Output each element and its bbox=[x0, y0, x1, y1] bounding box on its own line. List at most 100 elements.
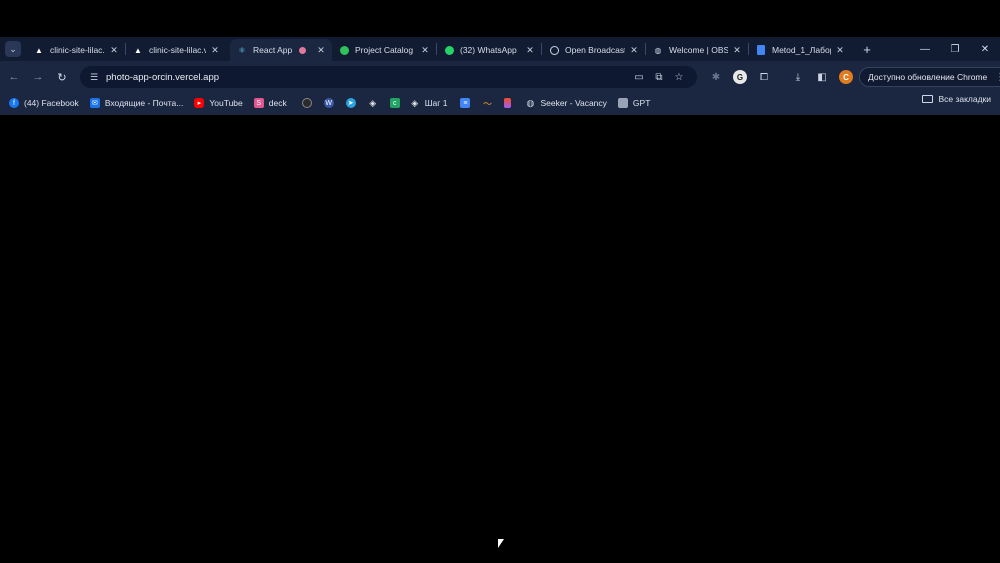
close-icon[interactable]: ✕ bbox=[525, 45, 535, 56]
star-icon[interactable]: ☆ bbox=[669, 72, 689, 83]
tab-title: clinic-site-lilac.ve bbox=[149, 45, 206, 55]
tab-title: React App bbox=[253, 45, 293, 55]
restore-button[interactable]: ❐ bbox=[940, 37, 970, 61]
chevron-down-icon: ⌄ bbox=[9, 43, 17, 54]
address-bar[interactable]: ☰ photo-app-orcin.vercel.app ▭ ⧉ ☆ bbox=[80, 66, 697, 88]
docs-icon bbox=[756, 45, 766, 55]
bookmark-telegram[interactable]: ➤ bbox=[340, 94, 362, 112]
downloads-button[interactable]: ⤓ bbox=[786, 65, 810, 89]
kebab-menu-icon[interactable]: ⋮ bbox=[995, 72, 1000, 83]
bookmark-figma[interactable] bbox=[498, 94, 517, 112]
youtube-icon: ▸ bbox=[194, 98, 205, 108]
extension-button[interactable]: ✱ bbox=[704, 65, 728, 89]
profile-button[interactable]: C bbox=[834, 65, 858, 89]
extension-button[interactable]: G bbox=[728, 65, 752, 89]
all-bookmarks-label: Все закладки bbox=[938, 94, 991, 104]
site-settings-icon[interactable]: ☰ bbox=[84, 72, 104, 83]
tab-title: (32) WhatsApp bbox=[460, 45, 517, 55]
close-icon: ✕ bbox=[980, 43, 990, 55]
camera-icon[interactable]: ▭ bbox=[629, 72, 649, 83]
close-icon[interactable]: ✕ bbox=[629, 45, 639, 56]
recording-indicator-icon bbox=[299, 46, 306, 54]
bookmark-seeker-vacancy[interactable]: ◍ Seeker - Vacancy bbox=[523, 94, 611, 112]
tab-title: Metod_1_Лабор bbox=[772, 45, 831, 55]
reload-icon: ↻ bbox=[57, 71, 67, 84]
bookmark-label: YouTube bbox=[209, 98, 243, 108]
tab-whatsapp[interactable]: (32) WhatsApp ✕ bbox=[437, 39, 541, 61]
obs-icon bbox=[549, 45, 559, 55]
green-circle-icon bbox=[339, 45, 349, 55]
close-icon[interactable]: ✕ bbox=[316, 45, 326, 56]
bookmark-diamond[interactable]: ◈ bbox=[362, 94, 384, 112]
close-icon[interactable]: ✕ bbox=[420, 45, 430, 56]
all-bookmarks-button[interactable]: Все закладки bbox=[922, 94, 991, 104]
mail-icon: ✉ bbox=[89, 98, 100, 108]
tab-title: Open Broadcast bbox=[565, 45, 625, 55]
plus-icon: + bbox=[863, 41, 871, 57]
triangle-icon: ▲ bbox=[35, 45, 43, 55]
bookmark-wordpress[interactable]: W bbox=[318, 94, 340, 112]
bookmark-wave[interactable]: 〜 bbox=[476, 94, 498, 112]
minimize-button[interactable]: — bbox=[910, 37, 940, 61]
bookmark-step-1[interactable]: ◈ Шаг 1 bbox=[408, 94, 453, 112]
new-tab-button[interactable]: + bbox=[857, 42, 877, 57]
arrow-left-icon: ← bbox=[8, 71, 20, 83]
bookmark-facebook[interactable]: f (44) Facebook bbox=[7, 94, 84, 112]
folder-icon bbox=[922, 95, 934, 103]
bookmark-label: Seeker - Vacancy bbox=[540, 98, 607, 108]
close-window-button[interactable]: ✕ bbox=[970, 37, 1000, 61]
page-content[interactable] bbox=[0, 115, 1000, 563]
update-label: Доступно обновление Chrome bbox=[868, 72, 988, 82]
tab-metod-doc[interactable]: Metod_1_Лабор ✕ bbox=[749, 39, 851, 61]
close-icon[interactable]: ✕ bbox=[835, 45, 845, 56]
green-square-icon: c bbox=[389, 98, 400, 108]
bookmark-deck[interactable]: S deck bbox=[252, 94, 292, 112]
toolbar-actions: ✱ G ⧠ ⤓ ◧ C bbox=[704, 64, 858, 90]
tab-open-broadcaster[interactable]: Open Broadcast ✕ bbox=[542, 39, 645, 61]
github-icon bbox=[301, 98, 312, 108]
step-icon: ◈ bbox=[411, 97, 419, 108]
chrome-update-button[interactable]: Доступно обновление Chrome ⋮ bbox=[859, 67, 1000, 87]
address-bar-actions: ▭ ⧉ ☆ bbox=[629, 72, 689, 83]
side-panel-button[interactable]: ◧ bbox=[810, 65, 834, 89]
restore-icon: ❐ bbox=[950, 43, 960, 55]
reload-button[interactable]: ↻ bbox=[51, 66, 73, 88]
tab-clinic-site-2[interactable]: ▲ clinic-site-lilac.ve ✕ bbox=[126, 39, 226, 61]
tab-title: clinic-site-lilac.ve bbox=[50, 45, 105, 55]
cast-icon[interactable]: ⧉ bbox=[649, 72, 669, 83]
tab-title: Welcome | OBS bbox=[669, 45, 728, 55]
toolbar: ← → ↻ ☰ photo-app-orcin.vercel.app ▭ ⧉ ☆… bbox=[0, 64, 1000, 90]
gpt-icon bbox=[617, 98, 628, 108]
tab-search-button[interactable]: ⌄ bbox=[5, 41, 21, 57]
bookmark-green-square[interactable]: c bbox=[384, 94, 406, 112]
tab-title: Project Catalog bbox=[355, 45, 414, 55]
avatar: C bbox=[839, 70, 853, 84]
url-text[interactable]: photo-app-orcin.vercel.app bbox=[106, 72, 629, 83]
whatsapp-icon bbox=[444, 45, 454, 55]
download-icon: ⤓ bbox=[795, 71, 801, 83]
bookmark-github[interactable] bbox=[296, 94, 318, 112]
telegram-icon: ➤ bbox=[345, 98, 356, 108]
close-icon[interactable]: ✕ bbox=[109, 45, 119, 56]
tab-clinic-site-1[interactable]: ▲ clinic-site-lilac.ve ✕ bbox=[27, 39, 125, 61]
minimize-icon: — bbox=[920, 43, 930, 55]
mouse-cursor-icon bbox=[498, 539, 504, 548]
tab-welcome-obs[interactable]: ◍ Welcome | OBS ✕ bbox=[646, 39, 748, 61]
extensions-menu-button[interactable]: ⧠ bbox=[752, 65, 776, 89]
tab-strip: ⌄ ▲ clinic-site-lilac.ve ✕ ▲ clinic-site… bbox=[0, 37, 1000, 61]
back-button[interactable]: ← bbox=[3, 66, 25, 88]
wave-icon: 〜 bbox=[482, 98, 492, 109]
tab-project-catalog[interactable]: Project Catalog ✕ bbox=[332, 39, 436, 61]
forward-button[interactable]: → bbox=[27, 66, 49, 88]
bookmark-youtube[interactable]: ▸ YouTube bbox=[192, 94, 247, 112]
browser-chrome: ⌄ ▲ clinic-site-lilac.ve ✕ ▲ clinic-site… bbox=[0, 37, 1000, 115]
bookmark-docs[interactable]: ≡ bbox=[454, 94, 476, 112]
bookmark-mail[interactable]: ✉ Входящие - Почта... bbox=[88, 94, 189, 112]
globe-icon: ◍ bbox=[526, 97, 535, 108]
bookmark-label: deck bbox=[268, 98, 287, 108]
tab-react-app[interactable]: ⚛ React App ✕ bbox=[230, 39, 332, 61]
bookmark-gpt[interactable]: GPT bbox=[616, 94, 655, 112]
close-icon[interactable]: ✕ bbox=[210, 45, 220, 56]
deck-icon: S bbox=[253, 98, 264, 108]
close-icon[interactable]: ✕ bbox=[732, 45, 742, 56]
